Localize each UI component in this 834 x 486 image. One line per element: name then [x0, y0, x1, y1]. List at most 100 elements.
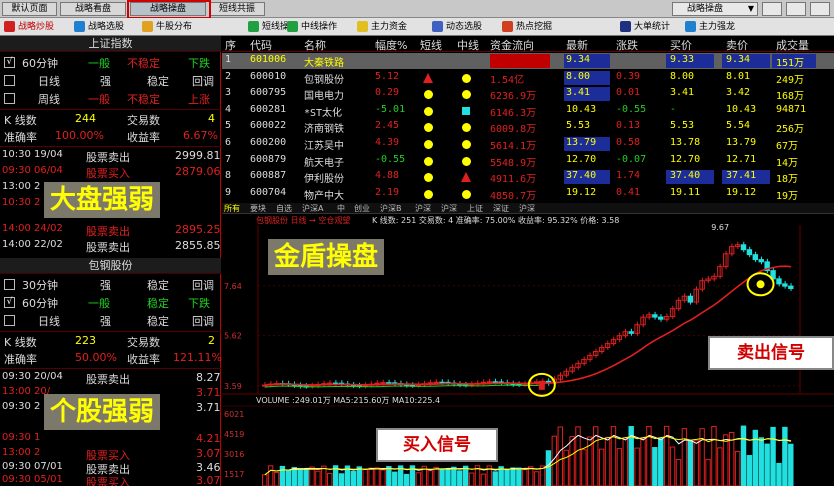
volume-bar: [522, 469, 528, 486]
toolbar-mid-operation[interactable]: 中线操作: [287, 20, 337, 34]
checkbox[interactable]: √: [4, 297, 15, 308]
toolbar-strategy-pick[interactable]: 战略选股: [74, 20, 124, 34]
col-header[interactable]: 买价: [670, 37, 692, 53]
stock-stats-row: K 线数 223 交易数 2: [0, 333, 221, 350]
trade-price: 3.71: [196, 401, 221, 414]
toolbar-main-dragon[interactable]: 主力强龙: [685, 20, 735, 34]
col-header[interactable]: 短线: [420, 37, 442, 53]
period-label: 60分钟: [22, 57, 58, 70]
tab-strategy-view[interactable]: 战略看盘: [60, 2, 126, 16]
table-row[interactable]: 9 600704 物产中大 2.19 4850.7万 19.12 0.41 19.11 19.1…: [222, 186, 834, 202]
top-tab-bar: 默认页面 战略看盘 战略操盘 短线共振 战略操盘 ▼: [0, 0, 834, 19]
window-button[interactable]: [810, 2, 830, 16]
table-row[interactable]: 3 600795 国电电力 0.29 6236.9万 3.41 0.01 3.41 3.42 16…: [222, 86, 834, 102]
col-header[interactable]: 幅度%: [375, 37, 407, 53]
index-row[interactable]: √ 60分钟 一般 不稳定 下跌: [0, 54, 221, 71]
stability-value: 稳定: [147, 279, 169, 292]
toolbar-dynamic-pick[interactable]: 动态选股: [432, 20, 482, 34]
checkbox[interactable]: √: [4, 57, 15, 68]
trade-record[interactable]: 10:30 19/04 股票卖出 2999.81: [0, 148, 221, 165]
circle-icon: [462, 90, 471, 100]
trade-record[interactable]: 14:00 24/02 股票卖出 2895.25: [0, 222, 221, 239]
table-cell: 0.29: [375, 87, 400, 99]
profit-value: 121.11%: [173, 351, 222, 364]
table-cell: 3.41: [566, 87, 591, 99]
left-strength-panel: 上证指数 √ 60分钟 一般 不稳定 下跌 日线 强 稳定 回调 周线 一般 不…: [0, 36, 222, 486]
trade-price: 2879.06: [175, 165, 221, 178]
volume-bar: [480, 473, 487, 486]
table-cell: 249万: [776, 74, 805, 86]
stock-row[interactable]: √ 60分钟 一般 稳定 下跌: [0, 294, 221, 311]
col-header[interactable]: 代码: [250, 37, 272, 53]
table-cell: 伊利股份: [304, 174, 344, 186]
triangle-up-icon: [423, 72, 433, 83]
volume-tick-label: 1517: [224, 470, 244, 479]
toolbar-strategy-stock[interactable]: 战略炒股: [4, 20, 54, 34]
toolbar-big-order[interactable]: 大单统计: [620, 20, 670, 34]
volume-bar: [273, 471, 280, 486]
volume-bar: [297, 467, 303, 486]
stock-row[interactable]: 30分钟 强 稳定 回调: [0, 276, 221, 293]
col-header[interactable]: 资金流向: [490, 37, 534, 53]
candle: [652, 314, 658, 318]
table-row[interactable]: 6 600200 江苏吴中 4.39 5614.1万 13.79 0.58 13.78 13.7…: [222, 136, 834, 152]
volume-bar: [640, 437, 646, 486]
col-header[interactable]: 成交量: [776, 37, 809, 53]
checkbox[interactable]: [4, 315, 15, 326]
trade-record[interactable]: 09:30 06/04 股票买入 2879.06: [0, 164, 221, 181]
divider: [0, 368, 221, 369]
trade-action: 股票卖出: [86, 225, 130, 238]
toolbar-main-fund[interactable]: 主力资金: [357, 20, 407, 34]
table-row[interactable]: 2 600010 包钢股份 5.12 1.54亿 8.00 0.39 8.00 8.01 249万: [222, 70, 834, 86]
volume-bar: [551, 435, 558, 486]
volume-bar: [717, 447, 723, 486]
trade-time: 13:00 20/: [2, 386, 51, 397]
trade-record[interactable]: 09:30 05/01 股票买入 3.07: [0, 473, 221, 486]
table-cell: -0.07: [616, 153, 647, 165]
col-header[interactable]: 序: [225, 37, 236, 53]
table-cell: 5614.1万: [490, 141, 537, 152]
table-cell: 国电电力: [304, 91, 344, 103]
table-cell: -5.01: [375, 103, 406, 115]
volume-bar: [327, 472, 333, 486]
checkbox[interactable]: [4, 75, 15, 86]
table-cell: 18万: [776, 174, 799, 186]
index-row[interactable]: 周线 一般 不稳定 上涨: [0, 90, 221, 107]
y-tick-label: 3.59: [224, 382, 242, 391]
col-header[interactable]: 最新: [566, 37, 588, 53]
gold-shield-overlay: 金盾操盘: [268, 239, 385, 275]
toolbar-hotspot[interactable]: 热点挖掘: [502, 20, 552, 34]
index-row[interactable]: 日线 强 稳定 回调: [0, 72, 221, 89]
square-icon: [462, 106, 470, 115]
table-row[interactable]: 8 600887 伊利股份 4.88 4911.6万 37.40 1.74 37.40 37.4…: [222, 169, 834, 185]
window-button[interactable]: [762, 2, 782, 16]
table-cell: 0.01: [616, 87, 641, 99]
col-header[interactable]: 涨跌: [616, 37, 638, 53]
volume-bar: [439, 468, 445, 486]
volume-bar: [788, 443, 794, 486]
col-header[interactable]: 卖价: [726, 37, 748, 53]
filter-icon: [74, 21, 85, 32]
volume-bar: [374, 467, 380, 486]
volume-tick-label: 6021: [224, 410, 244, 419]
checkbox[interactable]: [4, 93, 15, 104]
stock-row[interactable]: 日线 强 稳定 回调: [0, 312, 221, 329]
table-row[interactable]: 7 600879 航天电子 -0.55 5548.9万 12.70 -0.07 12.70 12…: [222, 153, 834, 169]
toolbar-bull-distribution[interactable]: 牛股分布: [142, 20, 192, 34]
col-header[interactable]: 中线: [457, 37, 479, 53]
table-row[interactable]: 4 600281 *ST太化 -5.01 6146.3万 10.43 -0.55 - 10.43…: [222, 103, 834, 119]
volume-bar: [746, 455, 753, 486]
trade-record[interactable]: 14:00 22/02 股票卖出 2855.85: [0, 238, 221, 255]
tab-short-resonance[interactable]: 短线共振: [209, 2, 265, 16]
table-row[interactable]: 1 601006 大秦铁路 9.34 9.33 9.34 151万: [222, 53, 834, 69]
page-select[interactable]: 战略操盘 ▼: [672, 2, 758, 16]
trend-value: 回调: [192, 315, 214, 328]
tab-default-page[interactable]: 默认页面: [2, 2, 57, 16]
table-cell: 江苏吴中: [304, 141, 344, 152]
table-cell: 大秦铁路: [304, 58, 344, 69]
col-header[interactable]: 名称: [304, 37, 326, 53]
table-row[interactable]: 5 600022 济南钢铁 2.45 6009.8万 5.53 0.13 5.53 5.54 25…: [222, 119, 834, 135]
checkbox[interactable]: [4, 279, 15, 290]
stats-icon: [620, 21, 631, 32]
window-button[interactable]: [786, 2, 806, 16]
